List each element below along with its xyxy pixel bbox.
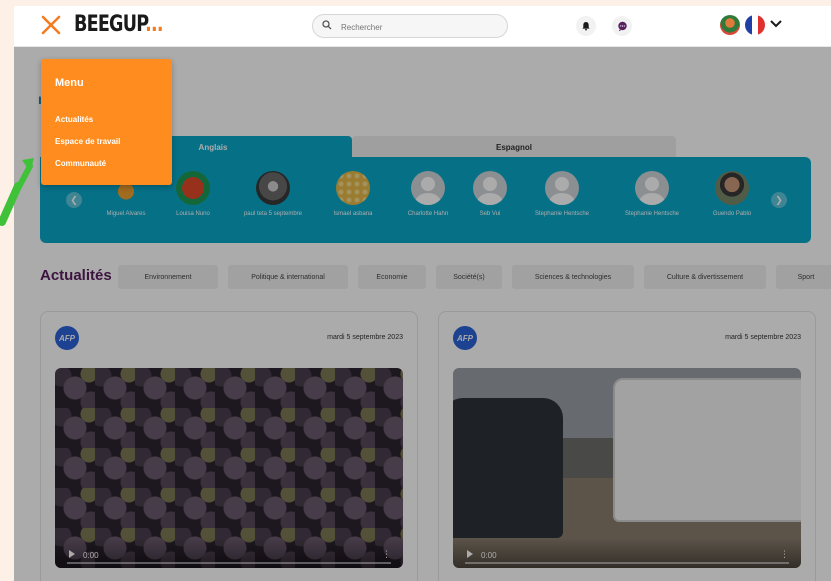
- member-name: paul teta 5 septembre: [243, 211, 303, 217]
- member-card[interactable]: Stephanie Hentsche: [522, 171, 602, 217]
- source-logo: AFP: [55, 326, 79, 350]
- video-controls: 0:00 ⋮: [55, 538, 403, 568]
- member-avatar: [635, 171, 669, 205]
- member-avatar: [336, 171, 370, 205]
- card-date: mardi 5 septembre 2023: [725, 334, 801, 341]
- logo-dots: ...: [145, 12, 163, 37]
- video-player[interactable]: 0:00 ⋮: [55, 368, 403, 568]
- member-card[interactable]: Seb Vui: [450, 171, 530, 217]
- member-avatar: [545, 171, 579, 205]
- member-avatar: [411, 171, 445, 205]
- member-name: Seb Vui: [479, 211, 501, 217]
- logo-text: BEEGUP: [74, 12, 146, 37]
- video-time: 0:00: [83, 551, 99, 560]
- play-icon[interactable]: [69, 550, 75, 558]
- video-player[interactable]: 0:00 ⋮: [453, 368, 801, 568]
- search-icon: [322, 20, 332, 30]
- france-flag-icon[interactable]: [745, 15, 765, 35]
- top-bar: BEEGUP...: [14, 6, 831, 47]
- video-thumbnail-trailer: [613, 378, 801, 522]
- member-card[interactable]: Ismael asbana: [313, 171, 393, 217]
- chevron-down-icon[interactable]: [769, 19, 783, 29]
- more-options-icon[interactable]: ⋮: [780, 549, 789, 560]
- more-options-icon[interactable]: ⋮: [382, 549, 391, 560]
- category-chip[interactable]: Société(s): [436, 265, 502, 289]
- play-icon[interactable]: [467, 550, 473, 558]
- member-name: Guendo Pablo: [712, 211, 752, 217]
- tab-espagnol[interactable]: Espagnol: [352, 136, 676, 158]
- category-chip[interactable]: Culture & divertissement: [644, 265, 766, 289]
- news-card[interactable]: AFP mardi 5 septembre 2023 0:00 ⋮: [438, 311, 816, 581]
- category-chip[interactable]: Sport: [776, 265, 831, 289]
- chevron-left-icon: ❮: [70, 194, 78, 205]
- pointer-arrow-icon: [0, 158, 34, 226]
- dropdown-menu: Menu Actualités Espace de travail Commun…: [41, 59, 172, 185]
- member-avatar: [715, 171, 749, 205]
- video-thumbnail-truck: [453, 398, 563, 538]
- member-avatar: [473, 171, 507, 205]
- member-avatar: [176, 171, 210, 205]
- news-card[interactable]: AFP mardi 5 septembre 2023 0:00 ⋮: [40, 311, 418, 581]
- search-input[interactable]: [339, 18, 503, 36]
- category-chip[interactable]: Politique & international: [228, 265, 348, 289]
- carousel-next-button[interactable]: ❯: [771, 192, 787, 208]
- close-icon[interactable]: [40, 14, 62, 36]
- member-name: Louisa Nuno: [176, 211, 210, 217]
- member-card[interactable]: Stephanie Hentsche: [612, 171, 692, 217]
- video-progress-bar[interactable]: [465, 562, 789, 564]
- menu-item-espace-de-travail[interactable]: Espace de travail: [55, 137, 120, 146]
- chevron-right-icon: ❯: [775, 194, 783, 205]
- menu-item-communaute[interactable]: Communauté: [55, 159, 106, 168]
- category-chip[interactable]: Sciences & technologies: [512, 265, 634, 289]
- menu-item-actualites[interactable]: Actualités: [55, 115, 93, 124]
- menu-title: Menu: [55, 77, 84, 89]
- notification-button[interactable]: [576, 16, 596, 36]
- member-avatar: [256, 171, 290, 205]
- member-card[interactable]: paul teta 5 septembre: [233, 171, 313, 217]
- video-progress-bar[interactable]: [67, 562, 391, 564]
- chat-icon: [617, 21, 627, 31]
- source-logo: AFP: [453, 326, 477, 350]
- member-name: Ismael asbana: [333, 211, 373, 217]
- user-avatar[interactable]: [720, 15, 740, 35]
- member-card[interactable]: Guendo Pablo: [692, 171, 772, 217]
- messages-button[interactable]: [612, 16, 632, 36]
- video-time: 0:00: [481, 551, 497, 560]
- logo[interactable]: BEEGUP...: [74, 12, 164, 37]
- category-chip[interactable]: Environnement: [118, 265, 218, 289]
- news-section-title: Actualités: [40, 267, 112, 284]
- carousel-prev-button[interactable]: ❮: [66, 192, 82, 208]
- member-name: Stephanie Hentsche: [534, 211, 590, 217]
- member-name: Stephanie Hentsche: [624, 211, 680, 217]
- search-box[interactable]: [312, 14, 508, 38]
- bell-icon: [582, 22, 590, 31]
- card-date: mardi 5 septembre 2023: [327, 334, 403, 341]
- category-chip[interactable]: Economie: [358, 265, 426, 289]
- video-controls: 0:00 ⋮: [453, 538, 801, 568]
